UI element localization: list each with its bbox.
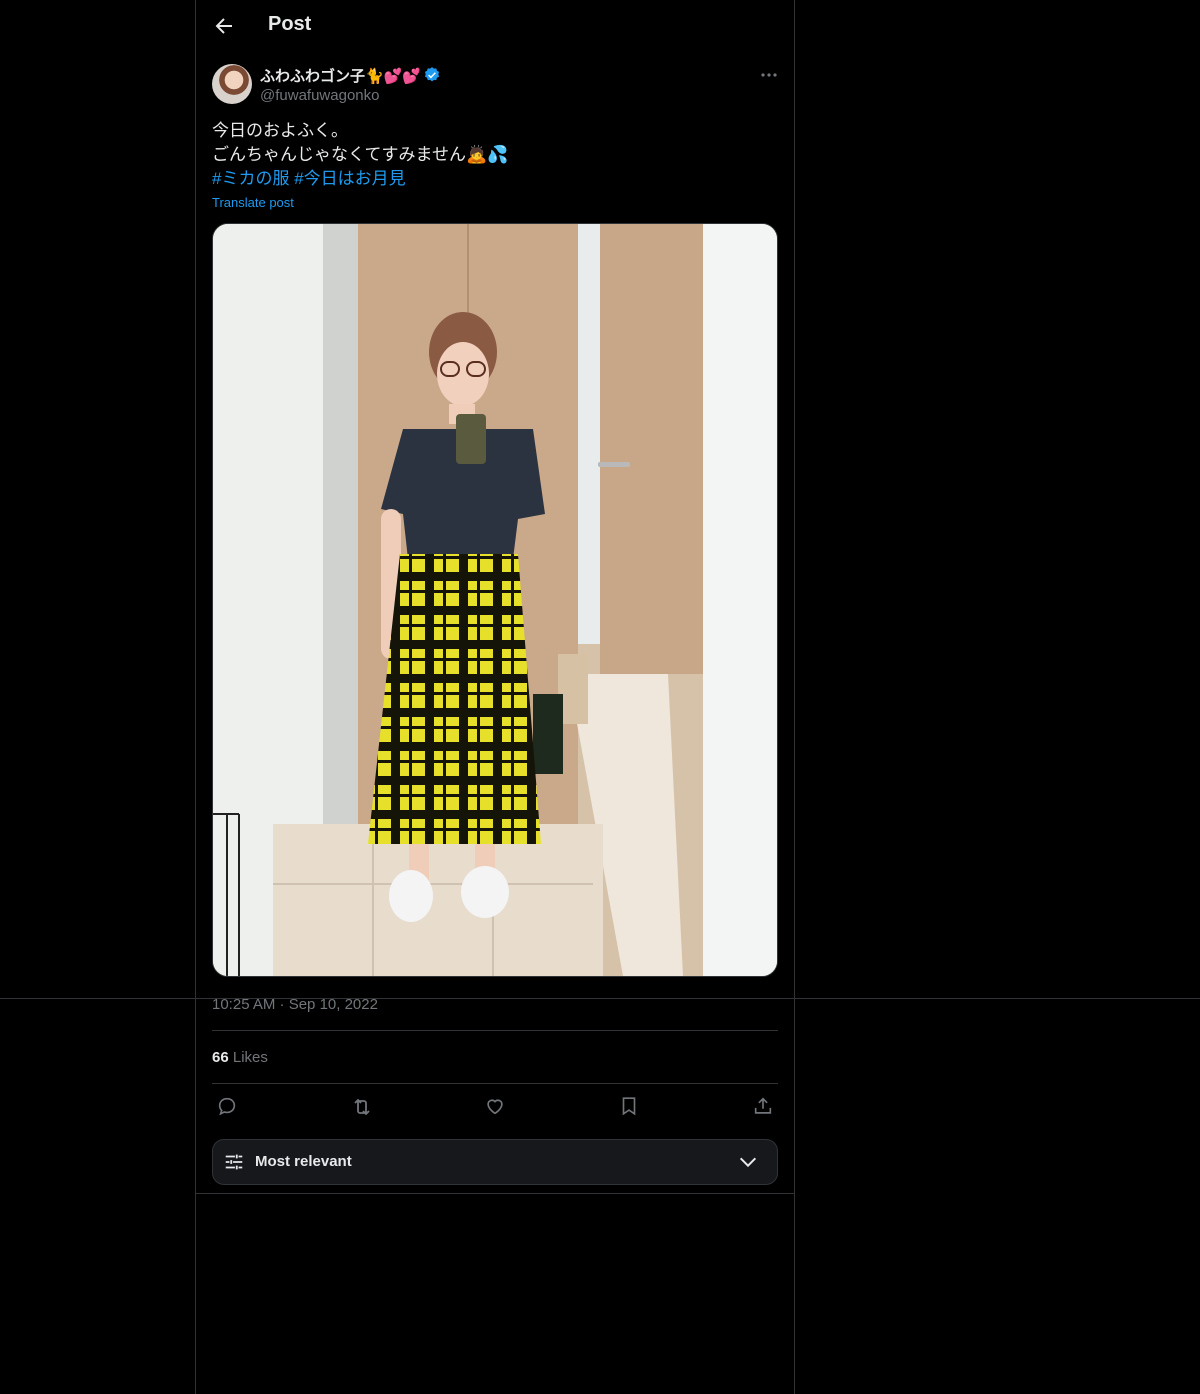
- chevron-down-icon: [737, 1151, 759, 1178]
- author-name[interactable]: ふわふわゴン子🐈💕💕: [260, 68, 421, 85]
- repost-icon[interactable]: [350, 1095, 374, 1119]
- likes-label: Likes: [232, 1049, 268, 1066]
- post-image[interactable]: [212, 223, 778, 977]
- avatar[interactable]: [212, 64, 252, 104]
- divider: [212, 1083, 778, 1084]
- sort-replies-dropdown[interactable]: Most relevant: [212, 1139, 778, 1185]
- sort-label: Most relevant: [255, 1153, 352, 1170]
- primary-column: Post ふわふわゴン子🐈💕💕 @fuwafuwagonko 今日のおよふく。 …: [195, 0, 795, 1394]
- reply-icon[interactable]: [216, 1095, 240, 1119]
- divider: [195, 1193, 795, 1194]
- divider: [0, 998, 1200, 999]
- author-handle[interactable]: @fuwafuwagonko: [260, 87, 379, 104]
- author-name-row[interactable]: ふわふわゴン子🐈💕💕: [260, 65, 441, 88]
- translate-post-link[interactable]: Translate post: [212, 195, 294, 210]
- heart-icon[interactable]: [484, 1095, 508, 1119]
- arrow-left-icon[interactable]: [212, 14, 236, 38]
- divider: [212, 1030, 778, 1031]
- sliders-icon: [223, 1151, 245, 1178]
- page-title: Post: [268, 13, 312, 35]
- verified-badge-icon: [423, 66, 441, 88]
- post-header: Post: [196, 0, 794, 53]
- more-dots-icon[interactable]: [758, 64, 780, 86]
- post-text-line: ごんちゃんじゃなくてすみません🙇💦: [212, 145, 509, 164]
- likes-number: 66: [212, 1049, 229, 1066]
- post-text-line: 今日のおよふく。: [212, 121, 348, 140]
- post-text: 今日のおよふく。 ごんちゃんじゃなくてすみません🙇💦 #ミカの服 #今日はお月見: [212, 119, 778, 191]
- share-icon[interactable]: [752, 1095, 776, 1119]
- hashtag-link[interactable]: #今日はお月見: [294, 169, 405, 188]
- hashtag-row: #ミカの服 #今日はお月見: [212, 167, 778, 191]
- bookmark-icon[interactable]: [618, 1095, 642, 1119]
- hashtag-link[interactable]: #ミカの服: [212, 169, 289, 188]
- likes-count[interactable]: 66 Likes: [212, 1049, 268, 1066]
